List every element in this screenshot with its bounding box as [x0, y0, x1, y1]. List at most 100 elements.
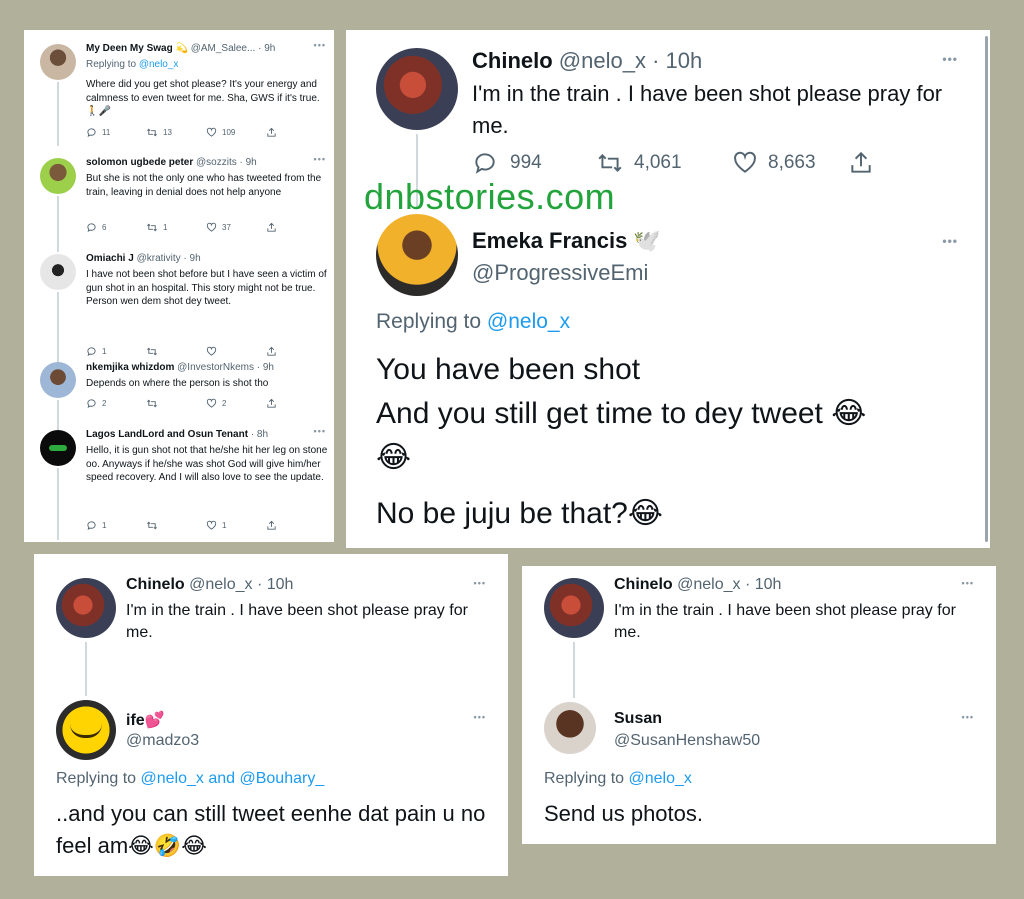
heart-icon	[734, 151, 756, 173]
share-button[interactable]	[266, 222, 326, 233]
more-dots-icon[interactable]: •••	[314, 426, 326, 436]
more-dots-icon[interactable]: •••	[314, 40, 326, 50]
author-name[interactable]: solomon ugbede peter	[86, 157, 193, 168]
author-handle[interactable]: @krativity	[137, 253, 181, 264]
tweet-time[interactable]: · 10h	[257, 576, 293, 593]
replying-prefix: Replying to	[544, 770, 625, 787]
author-handle[interactable]: @nelo_x	[559, 48, 646, 73]
tweet-time[interactable]: · 9h	[183, 253, 200, 264]
author-name[interactable]: Omiachi J	[86, 253, 134, 264]
scrollbar[interactable]	[985, 36, 988, 542]
tweet-omiachi[interactable]: Omiachi J @krativity · 9h I have not bee…	[24, 244, 334, 364]
like-button[interactable]: 1	[206, 520, 266, 531]
author-handle[interactable]: @ProgressiveEmi	[472, 260, 648, 286]
tweet-time[interactable]: · 8h	[251, 429, 268, 440]
replying-to-link[interactable]: @nelo_x	[139, 59, 179, 70]
replying-to-link[interactable]: @nelo_x and @Bouhary_	[141, 770, 325, 787]
author-handle[interactable]: @SusanHenshaw50	[614, 732, 760, 750]
author-handle[interactable]: @AM_Salee...	[191, 43, 256, 54]
tweet-text-line-3: 😂	[376, 441, 412, 474]
avatar[interactable]	[40, 44, 76, 80]
avatar[interactable]	[544, 578, 604, 638]
avatar[interactable]	[376, 48, 458, 130]
author-handle[interactable]: @nelo_x	[189, 576, 252, 593]
author-handle[interactable]: @nelo_x	[677, 576, 740, 593]
tweet-text: I'm in the train . I have been shot plea…	[126, 602, 468, 641]
tweet-lagos-landlord[interactable]: Lagos LandLord and Osun Tenant · 8h ••• …	[24, 420, 334, 542]
tweet-my-deen[interactable]: My Deen My Swag 💫 @AM_Salee... · 9h ••• …	[24, 30, 334, 150]
share-button[interactable]	[266, 398, 326, 409]
author-name[interactable]: Chinelo	[614, 576, 673, 593]
like-button[interactable]: 2	[206, 398, 266, 409]
avatar[interactable]	[40, 430, 76, 466]
heart-icon	[206, 127, 217, 137]
author-name[interactable]: Lagos LandLord and Osun Tenant	[86, 429, 248, 440]
reply-count: 11	[102, 128, 111, 137]
logo-icon	[49, 445, 67, 451]
author-handle[interactable]: @InvestorNkems	[177, 362, 254, 373]
reply-bubble-icon	[87, 223, 96, 233]
retweet-icon	[147, 399, 157, 408]
more-dots-icon[interactable]: •••	[314, 154, 326, 164]
retweet-button[interactable]	[146, 520, 206, 531]
author-handle[interactable]: @sozzits	[196, 157, 237, 168]
author-name[interactable]: ife💕	[126, 712, 165, 729]
author-name[interactable]: Chinelo	[472, 48, 553, 73]
like-button[interactable]: 37	[206, 222, 266, 233]
like-button[interactable]: 109	[206, 127, 266, 138]
more-dots-icon[interactable]: •••	[962, 578, 974, 588]
share-button[interactable]	[266, 127, 326, 138]
retweet-icon	[147, 521, 157, 530]
tweet-time[interactable]: · 10h	[652, 48, 702, 73]
more-dots-icon[interactable]: •••	[942, 52, 958, 66]
tweet-time[interactable]: · 9h	[240, 157, 257, 168]
reply-button[interactable]: 2	[86, 398, 146, 409]
share-button[interactable]	[266, 520, 326, 531]
avatar[interactable]	[56, 578, 116, 638]
author-name[interactable]: nkemjika whizdom	[86, 362, 174, 373]
tweet-text: Send us photos.	[544, 801, 704, 826]
replying-to-link[interactable]: @nelo_x	[487, 310, 570, 333]
tweet-text-line-1: You have been shot	[376, 353, 641, 386]
like-count: 109	[222, 128, 236, 137]
retweet-count: 1	[163, 223, 168, 232]
avatar[interactable]	[376, 214, 458, 296]
more-dots-icon[interactable]: •••	[474, 712, 486, 722]
heart-icon	[206, 222, 217, 232]
tweet-text: ..and you can still tweet eenhe dat pain…	[56, 801, 486, 858]
retweet-icon	[147, 128, 157, 137]
like-count: 37	[222, 223, 231, 232]
share-icon	[267, 222, 276, 232]
like-button[interactable]: 8,663	[732, 150, 848, 176]
share-button[interactable]	[848, 150, 874, 176]
more-dots-icon[interactable]: •••	[474, 578, 486, 588]
author-handle[interactable]: @madzo3	[126, 732, 199, 750]
author-name[interactable]: Susan	[614, 710, 662, 727]
more-dots-icon[interactable]: •••	[942, 234, 958, 248]
reply-button[interactable]: 6	[86, 222, 146, 233]
replying-to-link[interactable]: @nelo_x	[629, 770, 692, 787]
reply-bubble-icon	[87, 399, 96, 409]
author-name[interactable]: Emeka Francis 🕊️	[472, 228, 661, 253]
avatar[interactable]	[40, 158, 76, 194]
tweet-time[interactable]: · 9h	[257, 362, 274, 373]
heart-icon	[206, 398, 217, 408]
tweet-time[interactable]: · 10h	[745, 576, 781, 593]
avatar[interactable]	[544, 702, 596, 754]
avatar[interactable]	[40, 362, 76, 398]
retweet-button[interactable]: 1	[146, 222, 206, 233]
reply-button[interactable]: 994	[472, 150, 596, 176]
retweet-button[interactable]: 13	[146, 127, 206, 138]
author-name[interactable]: Chinelo	[126, 576, 185, 593]
avatar[interactable]	[56, 700, 116, 760]
tweet-time[interactable]: · 9h	[258, 43, 275, 54]
reply-button[interactable]: 1	[86, 520, 146, 531]
avatar[interactable]	[40, 254, 76, 290]
tweet-solomon[interactable]: solomon ugbede peter @sozzits · 9h ••• B…	[24, 148, 334, 258]
retweet-button[interactable]: 4,061	[596, 150, 732, 176]
thread-line	[57, 468, 59, 540]
retweet-button[interactable]	[146, 398, 206, 409]
author-name[interactable]: My Deen My Swag 💫	[86, 43, 188, 54]
more-dots-icon[interactable]: •••	[962, 712, 974, 722]
reply-button[interactable]: 11	[86, 127, 146, 138]
